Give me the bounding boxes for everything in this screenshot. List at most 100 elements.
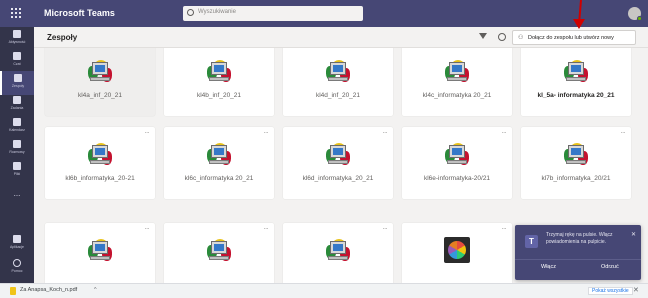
- team-card[interactable]: kl4a_inf_20_21: [45, 48, 155, 116]
- rail-item-teams[interactable]: Zespoły: [0, 71, 34, 95]
- team-name: kl4b_inf_20_21: [196, 92, 242, 99]
- search-icon: [187, 9, 194, 16]
- join-or-create-team-button[interactable]: ⚇ Dołącz do zespołu lub utwórz nowy: [512, 30, 636, 45]
- team-card[interactable]: ... kl6e-informatyka-20/21: [402, 127, 512, 199]
- add-people-icon: ⚇: [518, 35, 524, 41]
- rail-item-calls[interactable]: Rozmowy: [0, 137, 34, 161]
- dismiss-button[interactable]: Odrzuć: [601, 264, 619, 270]
- more-options-icon[interactable]: ...: [621, 128, 626, 135]
- app-launcher-icon[interactable]: [11, 8, 21, 18]
- chat-icon: [13, 52, 21, 60]
- team-card[interactable]: kl_5a- informatyka 20_21: [521, 48, 631, 116]
- top-bar: Microsoft Teams Wyszukiwanie: [0, 0, 648, 27]
- search-placeholder: Wyszukiwanie: [198, 9, 236, 15]
- toast-message: Trzymaj rękę na pulsie. Włącz powiadomie…: [546, 232, 613, 245]
- team-name: kl6b_informatyka_20-21: [65, 175, 135, 182]
- page-title: Zespoły: [47, 33, 78, 42]
- help-icon: [13, 259, 21, 267]
- team-name: kl4c_informatyka 20_21: [422, 92, 492, 99]
- download-item[interactable]: Za Anapsa_Koch_n.pdf: [20, 287, 77, 293]
- teams-icon: [14, 74, 22, 82]
- more-options-icon[interactable]: ...: [502, 224, 507, 231]
- rail-item-label: Pomoc: [11, 269, 23, 273]
- computer-icon: [324, 58, 352, 84]
- rail-item-label: Aplikacje: [9, 245, 24, 249]
- rail-item-assignments[interactable]: Zadania: [0, 93, 34, 117]
- gear-icon[interactable]: [498, 33, 506, 41]
- enable-notifications-button[interactable]: Włącz: [541, 264, 556, 270]
- rail-item-help[interactable]: Pomoc: [0, 256, 34, 280]
- computer-icon: [86, 141, 114, 167]
- rail-item-calendar[interactable]: Kalendarz: [0, 115, 34, 139]
- computer-icon: [562, 58, 590, 84]
- more-options-icon[interactable]: ...: [502, 128, 507, 135]
- rail-item-label: Aktywność: [8, 40, 26, 44]
- rail-item-apps[interactable]: Aplikacje: [0, 232, 34, 256]
- red-arrow-annotation: [573, 0, 585, 29]
- computer-icon: [86, 58, 114, 84]
- phone-icon: [13, 140, 21, 148]
- more-options-icon[interactable]: ...: [145, 224, 150, 231]
- rail-item-files[interactable]: Pliki: [0, 159, 34, 183]
- rail-item-chat[interactable]: Czat: [0, 49, 34, 73]
- team-card[interactable]: kl4b_inf_20_21: [164, 48, 274, 116]
- team-card[interactable]: ...: [402, 223, 512, 283]
- team-name: kl6e-informatyka-20/21: [423, 175, 491, 182]
- teams-logo-icon: T: [525, 235, 538, 248]
- rail-item-label: Rozmowy: [9, 150, 25, 154]
- color-wheel: [448, 241, 466, 259]
- computer-icon: [562, 141, 590, 167]
- search-input[interactable]: Wyszukiwanie: [183, 6, 363, 21]
- team-name: kl6c_informatyka 20_21: [184, 175, 254, 182]
- assignments-icon: [13, 96, 21, 104]
- more-options-icon[interactable]: ...: [145, 128, 150, 135]
- rail-item-label: Kalendarz: [9, 128, 25, 132]
- rail-item-label: Pliki: [13, 172, 21, 176]
- pdf-file-icon: [10, 287, 16, 295]
- team-card[interactable]: kl4d_inf_20_21: [283, 48, 393, 116]
- more-options-icon[interactable]: ...: [264, 224, 269, 231]
- computer-icon: [205, 237, 233, 263]
- team-name: kl4a_inf_20_21: [77, 92, 123, 99]
- palette-icon: [444, 237, 470, 263]
- computer-icon: [324, 237, 352, 263]
- more-options-icon[interactable]: ...: [383, 224, 388, 231]
- app-rail: Aktywność Czat Zespoły Zadania Kalendarz…: [0, 27, 34, 283]
- team-card[interactable]: ...: [164, 223, 274, 283]
- team-card[interactable]: ... kl6d_informatyka_20_21: [283, 127, 393, 199]
- join-button-label: Dołącz do zespołu lub utwórz nowy: [528, 35, 614, 41]
- team-card[interactable]: ... kl6b_informatyka_20-21: [45, 127, 155, 199]
- team-name: kl6d_informatyka_20_21: [302, 175, 374, 182]
- bell-icon: [13, 30, 21, 38]
- team-card[interactable]: ... kl6c_informatyka 20_21: [164, 127, 274, 199]
- app-title: Microsoft Teams: [44, 8, 115, 18]
- more-options-icon[interactable]: ...: [264, 128, 269, 135]
- close-icon[interactable]: ✕: [633, 286, 639, 294]
- team-card[interactable]: ...: [283, 223, 393, 283]
- computer-icon: [443, 141, 471, 167]
- team-card[interactable]: kl4c_informatyka 20_21: [402, 48, 512, 116]
- show-all-button[interactable]: Pokaż wszystkie: [588, 287, 633, 295]
- computer-icon: [205, 141, 233, 167]
- more-options-icon[interactable]: ...: [383, 128, 388, 135]
- rail-item-more[interactable]: ...: [0, 185, 34, 209]
- filter-icon[interactable]: [479, 33, 487, 39]
- download-bar: Za Anapsa_Koch_n.pdf ^ Pokaż wszystkie ✕: [0, 283, 648, 298]
- team-card[interactable]: ... kl7b_informatyka_20/21: [521, 127, 631, 199]
- computer-icon: [324, 141, 352, 167]
- close-icon[interactable]: ✕: [631, 231, 636, 238]
- rail-item-label: Czat: [13, 62, 21, 66]
- team-card[interactable]: ...: [45, 223, 155, 283]
- computer-icon: [205, 58, 233, 84]
- files-icon: [13, 162, 21, 170]
- notification-toast: T Trzymaj rękę na pulsie. Włącz powiadom…: [515, 225, 641, 280]
- rail-item-activity[interactable]: Aktywność: [0, 27, 34, 51]
- rail-item-label: Zespoły: [11, 84, 25, 88]
- avatar[interactable]: [628, 7, 642, 21]
- chevron-up-icon[interactable]: ^: [94, 287, 97, 293]
- presence-icon: [637, 16, 642, 21]
- team-name: kl_5a- informatyka 20_21: [537, 92, 615, 99]
- computer-icon: [86, 237, 114, 263]
- toast-divider: [515, 259, 641, 260]
- apps-icon: [13, 235, 21, 243]
